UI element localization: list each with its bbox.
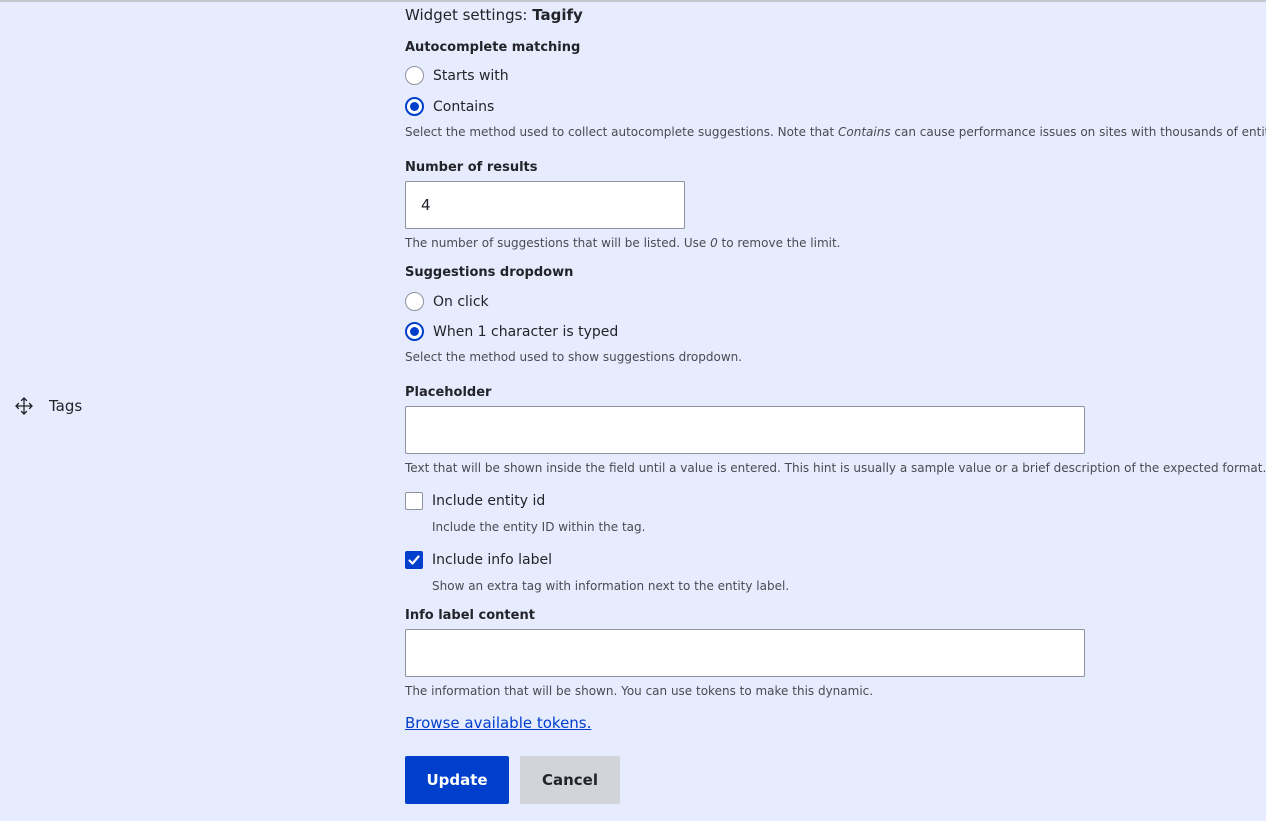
checkbox-include-entity-id-label[interactable]: Include entity id bbox=[432, 493, 545, 509]
desc-text: The number of suggestions that will be l… bbox=[405, 236, 711, 250]
desc-text: can cause performance issues on sites wi… bbox=[890, 125, 1266, 139]
autocomplete-description: Select the method used to collect autoco… bbox=[405, 125, 1266, 139]
autocomplete-matching-label: Autocomplete matching bbox=[405, 40, 581, 55]
desc-emphasis: 0 bbox=[710, 236, 718, 250]
checkbox-include-info-label[interactable]: Include info label bbox=[405, 551, 552, 569]
radio-contains-control[interactable] bbox=[405, 97, 424, 116]
radio-contains-label[interactable]: Contains bbox=[433, 99, 494, 115]
radio-on-click-control[interactable] bbox=[405, 292, 424, 311]
include-info-label-description: Show an extra tag with information next … bbox=[432, 579, 790, 593]
radio-on-click[interactable]: On click bbox=[405, 292, 489, 311]
checkmark-icon bbox=[408, 555, 420, 565]
radio-on-type-label[interactable]: When 1 character is typed bbox=[433, 324, 618, 340]
info-label-content-label: Info label content bbox=[405, 608, 535, 623]
cancel-button[interactable]: Cancel bbox=[520, 756, 620, 804]
radio-starts-with-control[interactable] bbox=[405, 66, 424, 85]
info-label-content-description: The information that will be shown. You … bbox=[405, 684, 874, 698]
field-row-tags: Tags bbox=[14, 396, 82, 416]
desc-text: Select the method used to collect autoco… bbox=[405, 125, 839, 139]
browse-tokens-link[interactable]: Browse available tokens. bbox=[405, 714, 591, 732]
include-entity-id-description: Include the entity ID within the tag. bbox=[432, 520, 646, 534]
radio-on-click-label[interactable]: On click bbox=[433, 294, 489, 310]
widget-settings-heading: Widget settings: Tagify bbox=[405, 6, 583, 24]
info-label-content-input[interactable] bbox=[405, 629, 1085, 677]
field-label-tags: Tags bbox=[49, 397, 83, 415]
radio-starts-with[interactable]: Starts with bbox=[405, 66, 509, 85]
number-of-results-description: The number of suggestions that will be l… bbox=[405, 236, 840, 250]
number-of-results-label: Number of results bbox=[405, 160, 538, 175]
suggestions-dropdown-label: Suggestions dropdown bbox=[405, 265, 574, 280]
checkbox-include-entity-id-control[interactable] bbox=[405, 492, 423, 510]
placeholder-label: Placeholder bbox=[405, 385, 492, 400]
update-button[interactable]: Update bbox=[405, 756, 509, 804]
top-border bbox=[0, 0, 1266, 2]
checkbox-include-info-label-control[interactable] bbox=[405, 551, 423, 569]
placeholder-description: Text that will be shown inside the field… bbox=[405, 461, 1266, 475]
number-of-results-input[interactable] bbox=[405, 181, 685, 229]
radio-on-type-control[interactable] bbox=[405, 322, 424, 341]
radio-on-type[interactable]: When 1 character is typed bbox=[405, 322, 618, 341]
checkbox-include-info-label-label[interactable]: Include info label bbox=[432, 552, 552, 568]
checkbox-include-entity-id[interactable]: Include entity id bbox=[405, 492, 545, 510]
heading-prefix: Widget settings: bbox=[405, 6, 533, 24]
radio-starts-with-label[interactable]: Starts with bbox=[433, 68, 509, 84]
radio-contains[interactable]: Contains bbox=[405, 97, 494, 116]
suggestions-dropdown-description: Select the method used to show suggestio… bbox=[405, 350, 743, 364]
widget-name: Tagify bbox=[532, 6, 583, 24]
desc-emphasis: Contains bbox=[838, 125, 891, 139]
move-arrows-icon[interactable] bbox=[14, 396, 34, 416]
desc-text: to remove the limit. bbox=[717, 236, 841, 250]
placeholder-input[interactable] bbox=[405, 406, 1085, 454]
